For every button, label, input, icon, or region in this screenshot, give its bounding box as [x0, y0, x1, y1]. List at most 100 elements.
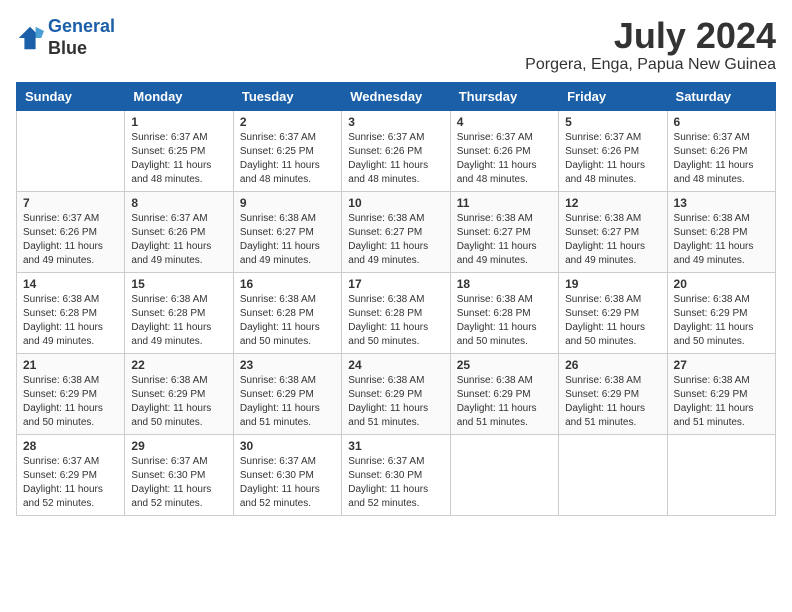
calendar-cell: 4 Sunrise: 6:37 AM Sunset: 6:26 PM Daylig…	[450, 110, 558, 191]
cell-date: 22	[131, 358, 226, 372]
cell-info: Sunrise: 6:37 AM Sunset: 6:26 PM Dayligh…	[457, 131, 552, 187]
cell-info: Sunrise: 6:37 AM Sunset: 6:30 PM Dayligh…	[131, 455, 226, 511]
cell-date: 29	[131, 439, 226, 453]
cell-info: Sunrise: 6:38 AM Sunset: 6:27 PM Dayligh…	[457, 212, 552, 268]
calendar-cell: 18Sunrise: 6:38 AM Sunset: 6:28 PM Dayli…	[450, 272, 558, 353]
calendar-cell: 9 Sunrise: 6:38 AM Sunset: 6:27 PM Daylig…	[233, 191, 341, 272]
cell-date: 7	[23, 196, 118, 210]
calendar-cell: 6 Sunrise: 6:37 AM Sunset: 6:26 PM Daylig…	[667, 110, 775, 191]
month-title: July 2024	[525, 16, 776, 56]
calendar-cell: 3 Sunrise: 6:37 AM Sunset: 6:26 PM Daylig…	[342, 110, 450, 191]
day-header-thursday: Thursday	[450, 82, 558, 110]
cell-date: 16	[240, 277, 335, 291]
calendar-cell: 12Sunrise: 6:38 AM Sunset: 6:27 PM Dayli…	[559, 191, 667, 272]
cell-date: 1	[131, 115, 226, 129]
cell-info: Sunrise: 6:37 AM Sunset: 6:30 PM Dayligh…	[240, 455, 335, 511]
cell-info: Sunrise: 6:37 AM Sunset: 6:26 PM Dayligh…	[565, 131, 660, 187]
calendar-cell: 1 Sunrise: 6:37 AM Sunset: 6:25 PM Daylig…	[125, 110, 233, 191]
cell-info: Sunrise: 6:37 AM Sunset: 6:26 PM Dayligh…	[23, 212, 118, 268]
calendar-body: 1 Sunrise: 6:37 AM Sunset: 6:25 PM Daylig…	[17, 110, 776, 515]
day-header-friday: Friday	[559, 82, 667, 110]
cell-date: 8	[131, 196, 226, 210]
calendar-week-2: 7 Sunrise: 6:37 AM Sunset: 6:26 PM Daylig…	[17, 191, 776, 272]
calendar-cell: 7 Sunrise: 6:37 AM Sunset: 6:26 PM Daylig…	[17, 191, 125, 272]
cell-info: Sunrise: 6:38 AM Sunset: 6:29 PM Dayligh…	[674, 293, 769, 349]
cell-info: Sunrise: 6:38 AM Sunset: 6:28 PM Dayligh…	[131, 293, 226, 349]
calendar-cell: 28 Sunrise: 6:37 AM Sunset: 6:29 PM Dayli…	[17, 434, 125, 515]
cell-date: 25	[457, 358, 552, 372]
cell-info: Sunrise: 6:37 AM Sunset: 6:26 PM Dayligh…	[131, 212, 226, 268]
day-header-saturday: Saturday	[667, 82, 775, 110]
cell-info: Sunrise: 6:38 AM Sunset: 6:29 PM Dayligh…	[457, 374, 552, 430]
calendar-cell: 26 Sunrise: 6:38 AM Sunset: 6:29 PM Dayli…	[559, 353, 667, 434]
logo-icon	[16, 24, 44, 52]
calendar-cell: 16 Sunrise: 6:38 AM Sunset: 6:28 PM Dayli…	[233, 272, 341, 353]
calendar-cell: 11Sunrise: 6:38 AM Sunset: 6:27 PM Dayli…	[450, 191, 558, 272]
calendar-table: SundayMondayTuesdayWednesdayThursdayFrid…	[16, 82, 776, 516]
cell-date: 27	[674, 358, 769, 372]
cell-info: Sunrise: 6:37 AM Sunset: 6:29 PM Dayligh…	[23, 455, 118, 511]
cell-date: 3	[348, 115, 443, 129]
cell-date: 23	[240, 358, 335, 372]
calendar-cell: 23 Sunrise: 6:38 AM Sunset: 6:29 PM Dayli…	[233, 353, 341, 434]
cell-info: Sunrise: 6:38 AM Sunset: 6:29 PM Dayligh…	[240, 374, 335, 430]
cell-date: 17	[348, 277, 443, 291]
logo: General Blue	[16, 16, 115, 59]
day-header-sunday: Sunday	[17, 82, 125, 110]
cell-date: 6	[674, 115, 769, 129]
calendar-cell	[17, 110, 125, 191]
calendar-week-4: 21Sunrise: 6:38 AM Sunset: 6:29 PM Dayli…	[17, 353, 776, 434]
cell-info: Sunrise: 6:38 AM Sunset: 6:29 PM Dayligh…	[565, 374, 660, 430]
calendar-cell: 30 Sunrise: 6:37 AM Sunset: 6:30 PM Dayli…	[233, 434, 341, 515]
cell-info: Sunrise: 6:38 AM Sunset: 6:28 PM Dayligh…	[23, 293, 118, 349]
calendar-cell	[667, 434, 775, 515]
cell-date: 28	[23, 439, 118, 453]
calendar-cell: 31 Sunrise: 6:37 AM Sunset: 6:30 PM Dayli…	[342, 434, 450, 515]
title-area: July 2024 Porgera, Enga, Papua New Guine…	[525, 16, 776, 74]
cell-date: 26	[565, 358, 660, 372]
cell-date: 5	[565, 115, 660, 129]
calendar-cell	[559, 434, 667, 515]
cell-info: Sunrise: 6:38 AM Sunset: 6:29 PM Dayligh…	[348, 374, 443, 430]
cell-date: 30	[240, 439, 335, 453]
cell-info: Sunrise: 6:38 AM Sunset: 6:27 PM Dayligh…	[348, 212, 443, 268]
calendar-cell: 29 Sunrise: 6:37 AM Sunset: 6:30 PM Dayli…	[125, 434, 233, 515]
cell-date: 9	[240, 196, 335, 210]
cell-info: Sunrise: 6:37 AM Sunset: 6:25 PM Dayligh…	[240, 131, 335, 187]
calendar-cell: 20Sunrise: 6:38 AM Sunset: 6:29 PM Dayli…	[667, 272, 775, 353]
cell-date: 15	[131, 277, 226, 291]
cell-info: Sunrise: 6:38 AM Sunset: 6:28 PM Dayligh…	[348, 293, 443, 349]
cell-date: 18	[457, 277, 552, 291]
cell-info: Sunrise: 6:37 AM Sunset: 6:30 PM Dayligh…	[348, 455, 443, 511]
cell-date: 2	[240, 115, 335, 129]
cell-date: 12	[565, 196, 660, 210]
calendar-week-5: 28 Sunrise: 6:37 AM Sunset: 6:29 PM Dayli…	[17, 434, 776, 515]
calendar-cell: 13 Sunrise: 6:38 AM Sunset: 6:28 PM Dayli…	[667, 191, 775, 272]
cell-date: 13	[674, 196, 769, 210]
cell-info: Sunrise: 6:37 AM Sunset: 6:26 PM Dayligh…	[348, 131, 443, 187]
location: Porgera, Enga, Papua New Guinea	[525, 56, 776, 74]
cell-info: Sunrise: 6:38 AM Sunset: 6:27 PM Dayligh…	[240, 212, 335, 268]
day-header-tuesday: Tuesday	[233, 82, 341, 110]
cell-date: 4	[457, 115, 552, 129]
cell-info: Sunrise: 6:38 AM Sunset: 6:28 PM Dayligh…	[240, 293, 335, 349]
calendar-cell: 10Sunrise: 6:38 AM Sunset: 6:27 PM Dayli…	[342, 191, 450, 272]
cell-info: Sunrise: 6:38 AM Sunset: 6:29 PM Dayligh…	[131, 374, 226, 430]
cell-info: Sunrise: 6:37 AM Sunset: 6:25 PM Dayligh…	[131, 131, 226, 187]
calendar-cell: 14Sunrise: 6:38 AM Sunset: 6:28 PM Dayli…	[17, 272, 125, 353]
calendar-cell: 2 Sunrise: 6:37 AM Sunset: 6:25 PM Daylig…	[233, 110, 341, 191]
calendar-cell: 21Sunrise: 6:38 AM Sunset: 6:29 PM Dayli…	[17, 353, 125, 434]
calendar-cell: 8 Sunrise: 6:37 AM Sunset: 6:26 PM Daylig…	[125, 191, 233, 272]
day-header-monday: Monday	[125, 82, 233, 110]
cell-date: 24	[348, 358, 443, 372]
calendar-cell: 5 Sunrise: 6:37 AM Sunset: 6:26 PM Daylig…	[559, 110, 667, 191]
cell-date: 31	[348, 439, 443, 453]
cell-info: Sunrise: 6:37 AM Sunset: 6:26 PM Dayligh…	[674, 131, 769, 187]
calendar-cell: 27Sunrise: 6:38 AM Sunset: 6:29 PM Dayli…	[667, 353, 775, 434]
cell-info: Sunrise: 6:38 AM Sunset: 6:29 PM Dayligh…	[23, 374, 118, 430]
calendar-cell	[450, 434, 558, 515]
calendar-week-1: 1 Sunrise: 6:37 AM Sunset: 6:25 PM Daylig…	[17, 110, 776, 191]
cell-info: Sunrise: 6:38 AM Sunset: 6:28 PM Dayligh…	[674, 212, 769, 268]
day-header-wednesday: Wednesday	[342, 82, 450, 110]
calendar-cell: 19Sunrise: 6:38 AM Sunset: 6:29 PM Dayli…	[559, 272, 667, 353]
